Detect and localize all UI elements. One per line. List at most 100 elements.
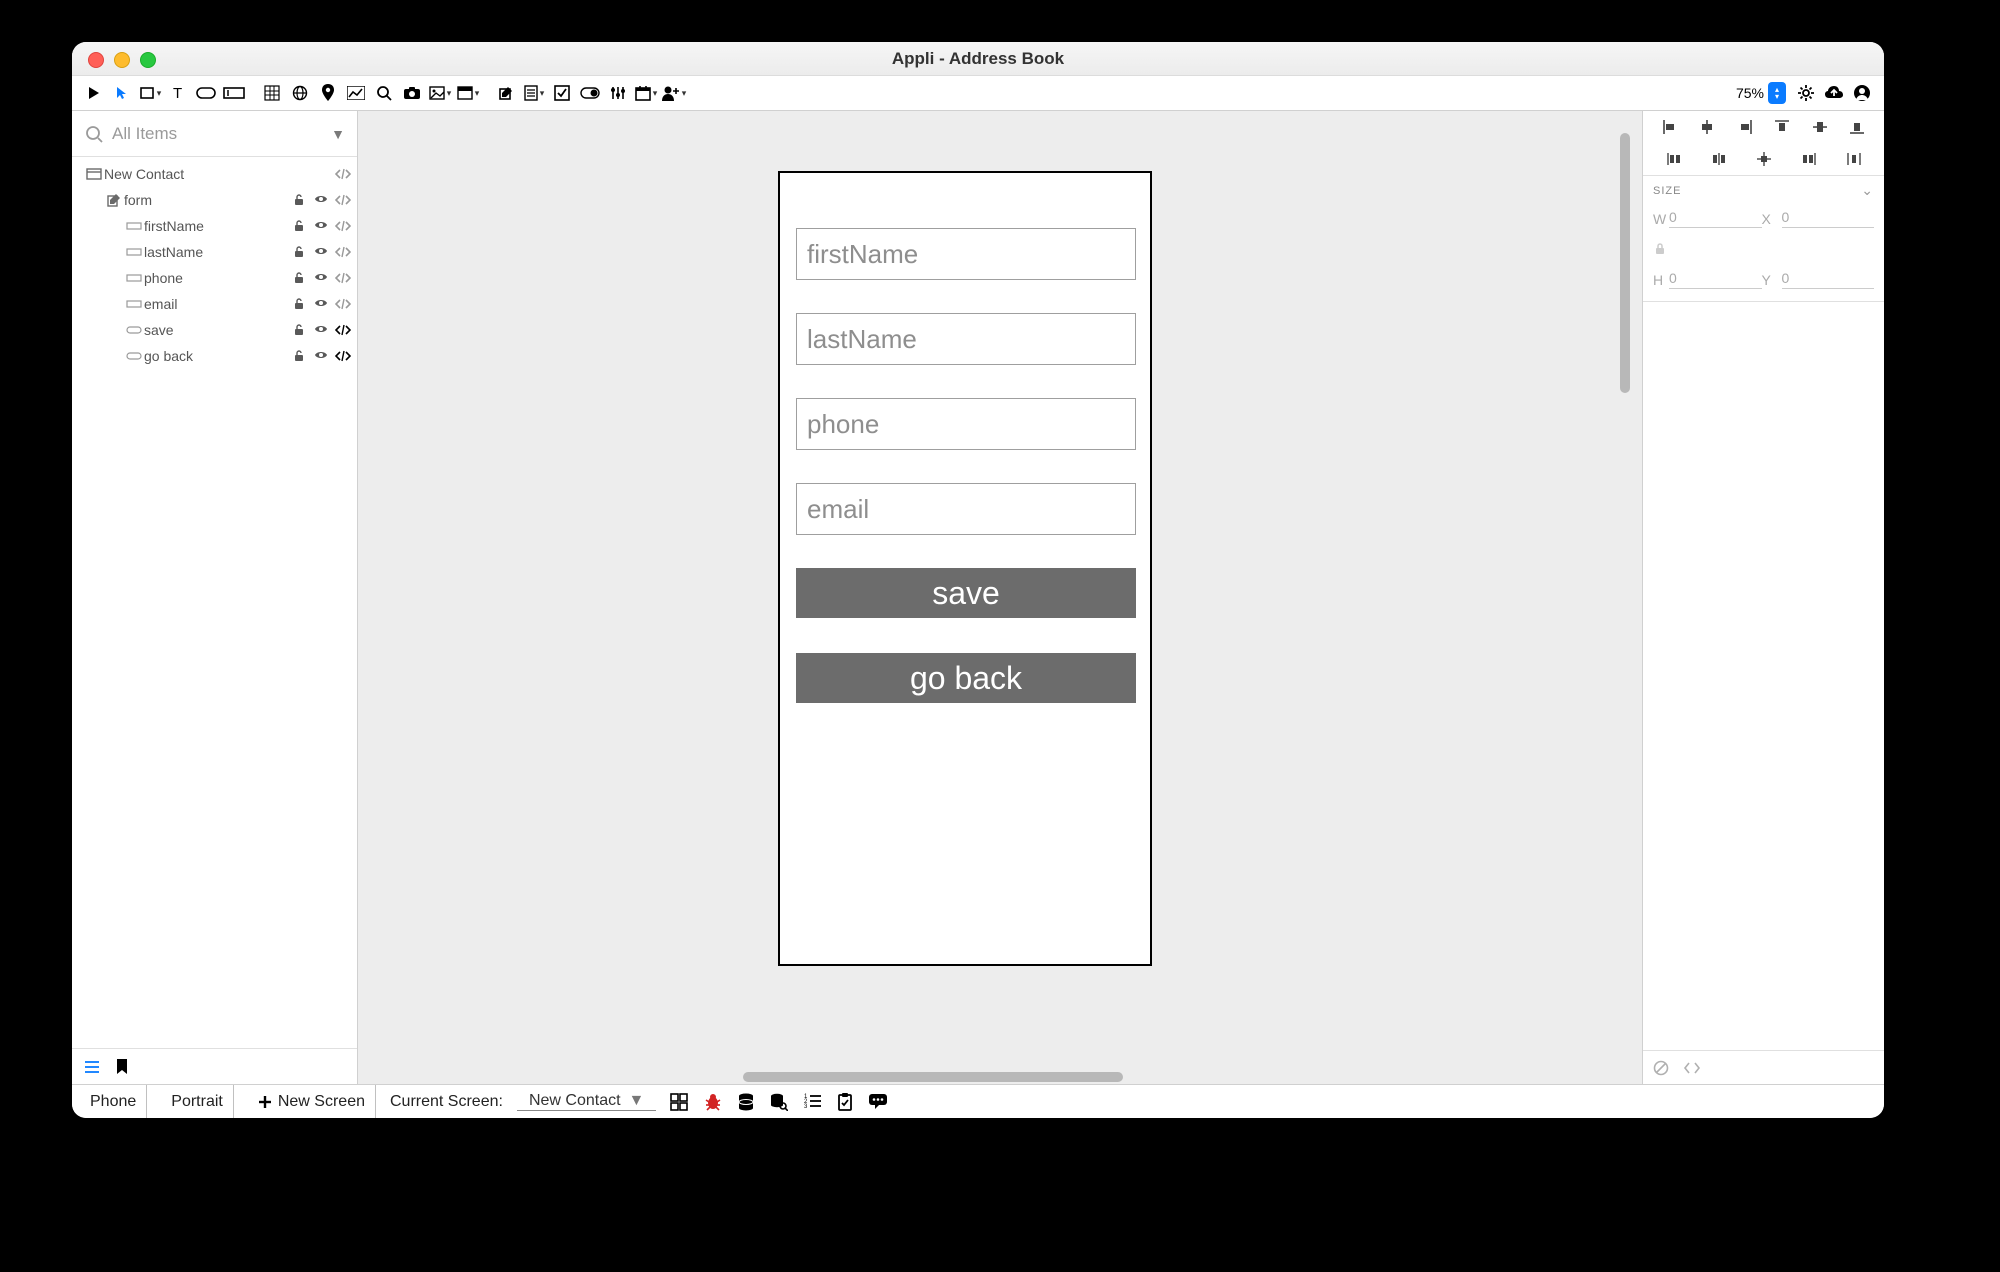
vertical-scrollbar[interactable] bbox=[1620, 133, 1630, 393]
rect-tool-icon[interactable] bbox=[136, 79, 164, 107]
globe-icon[interactable] bbox=[286, 79, 314, 107]
eye-icon[interactable] bbox=[313, 194, 329, 206]
dist-right-icon[interactable] bbox=[1801, 151, 1817, 167]
compose-icon[interactable] bbox=[492, 79, 520, 107]
code-icon[interactable] bbox=[335, 246, 351, 258]
pin-icon[interactable] bbox=[314, 79, 342, 107]
grid-icon[interactable] bbox=[670, 1093, 688, 1111]
code-icon[interactable] bbox=[1683, 1061, 1701, 1075]
eye-icon[interactable] bbox=[313, 246, 329, 258]
tree-item[interactable]: go back bbox=[72, 343, 357, 369]
lock-icon[interactable] bbox=[291, 246, 307, 258]
eye-icon[interactable] bbox=[313, 272, 329, 284]
lock-icon[interactable] bbox=[291, 194, 307, 206]
new-screen-button[interactable]: New Screen bbox=[248, 1085, 376, 1118]
canvas-area[interactable]: firstNamelastNamephoneemailsavego back bbox=[358, 111, 1642, 1084]
add-user-icon[interactable] bbox=[660, 79, 688, 107]
size-section-header[interactable]: SIZE ⌄ bbox=[1643, 176, 1884, 205]
y-value[interactable]: 0 bbox=[1782, 270, 1875, 289]
lock-icon[interactable] bbox=[291, 298, 307, 310]
lock-icon[interactable] bbox=[291, 350, 307, 362]
calendar-icon[interactable] bbox=[632, 79, 660, 107]
code-icon[interactable] bbox=[335, 298, 351, 310]
align-left-icon[interactable] bbox=[1662, 119, 1678, 135]
search-dropdown-icon[interactable]: ▼ bbox=[331, 126, 345, 142]
h-value[interactable]: 0 bbox=[1669, 270, 1762, 289]
horizontal-scrollbar[interactable] bbox=[743, 1072, 1123, 1082]
button-save[interactable]: save bbox=[796, 568, 1136, 618]
tree-item[interactable]: save bbox=[72, 317, 357, 343]
no-entry-icon[interactable] bbox=[1653, 1060, 1669, 1076]
align-top-icon[interactable] bbox=[1774, 119, 1790, 135]
close-window-button[interactable] bbox=[88, 52, 104, 68]
rounded-rect-tool-icon[interactable] bbox=[192, 79, 220, 107]
align-right-icon[interactable] bbox=[1737, 119, 1753, 135]
play-icon[interactable] bbox=[80, 79, 108, 107]
toggle-icon[interactable] bbox=[576, 79, 604, 107]
maximize-window-button[interactable] bbox=[140, 52, 156, 68]
dist-hcenter-icon[interactable] bbox=[1711, 151, 1727, 167]
card-tool-icon[interactable] bbox=[454, 79, 482, 107]
code-icon[interactable] bbox=[335, 168, 351, 180]
button-go-back[interactable]: go back bbox=[796, 653, 1136, 703]
chevron-down-icon[interactable]: ⌄ bbox=[1861, 182, 1874, 199]
input-lastname[interactable]: lastName bbox=[796, 313, 1136, 365]
code-icon[interactable] bbox=[335, 350, 351, 362]
device-selector[interactable]: Phone bbox=[80, 1085, 147, 1118]
code-icon[interactable] bbox=[335, 194, 351, 206]
code-icon[interactable] bbox=[335, 324, 351, 336]
code-icon[interactable] bbox=[335, 272, 351, 284]
checkbox-icon[interactable] bbox=[548, 79, 576, 107]
code-icon[interactable] bbox=[335, 220, 351, 232]
tree-item[interactable]: New Contact bbox=[72, 161, 357, 187]
align-hcenter-icon[interactable] bbox=[1699, 119, 1715, 135]
chart-icon[interactable] bbox=[342, 79, 370, 107]
tree-item[interactable]: lastName bbox=[72, 239, 357, 265]
lock-aspect-icon[interactable] bbox=[1653, 242, 1669, 256]
w-value[interactable]: 0 bbox=[1669, 209, 1762, 228]
eye-icon[interactable] bbox=[313, 324, 329, 336]
lock-icon[interactable] bbox=[291, 272, 307, 284]
camera-icon[interactable] bbox=[398, 79, 426, 107]
clipboard-icon[interactable] bbox=[838, 1093, 852, 1111]
tree-item[interactable]: phone bbox=[72, 265, 357, 291]
gear-icon[interactable] bbox=[1792, 79, 1820, 107]
input-email[interactable]: email bbox=[796, 483, 1136, 535]
outline-search[interactable]: All Items ▼ bbox=[72, 111, 357, 157]
chat-icon[interactable] bbox=[868, 1093, 888, 1111]
text-tool-icon[interactable]: T bbox=[164, 79, 192, 107]
grid-tool-icon[interactable] bbox=[258, 79, 286, 107]
align-vcenter-icon[interactable] bbox=[1812, 119, 1828, 135]
align-bottom-icon[interactable] bbox=[1849, 119, 1865, 135]
minimize-window-button[interactable] bbox=[114, 52, 130, 68]
pointer-icon[interactable] bbox=[108, 79, 136, 107]
database-icon[interactable] bbox=[738, 1093, 754, 1111]
dist-spacing-icon[interactable] bbox=[1846, 151, 1862, 167]
tree-item[interactable]: email bbox=[72, 291, 357, 317]
list-form-icon[interactable] bbox=[520, 79, 548, 107]
search-icon[interactable] bbox=[370, 79, 398, 107]
list-view-icon[interactable] bbox=[84, 1060, 100, 1074]
image-tool-icon[interactable] bbox=[426, 79, 454, 107]
bug-icon[interactable] bbox=[704, 1093, 722, 1111]
eye-icon[interactable] bbox=[313, 298, 329, 310]
tree-item[interactable]: firstName bbox=[72, 213, 357, 239]
numbered-list-icon[interactable]: 123 bbox=[804, 1093, 822, 1111]
x-value[interactable]: 0 bbox=[1782, 209, 1875, 228]
current-screen-selector[interactable]: New Contact ▼ bbox=[517, 1092, 656, 1111]
dist-left-icon[interactable] bbox=[1666, 151, 1682, 167]
orientation-selector[interactable]: Portrait bbox=[161, 1085, 234, 1118]
account-icon[interactable] bbox=[1848, 79, 1876, 107]
cloud-upload-icon[interactable] bbox=[1820, 79, 1848, 107]
eye-icon[interactable] bbox=[313, 220, 329, 232]
input-tool-icon[interactable] bbox=[220, 79, 248, 107]
lock-icon[interactable] bbox=[291, 220, 307, 232]
input-phone[interactable]: phone bbox=[796, 398, 1136, 450]
sliders-icon[interactable] bbox=[604, 79, 632, 107]
eye-icon[interactable] bbox=[313, 350, 329, 362]
dist-center-icon[interactable] bbox=[1756, 151, 1772, 167]
zoom-stepper-icon[interactable]: ▴▾ bbox=[1768, 82, 1786, 104]
lock-icon[interactable] bbox=[291, 324, 307, 336]
zoom-control[interactable]: 75% ▴▾ bbox=[1736, 82, 1786, 104]
bookmark-icon[interactable] bbox=[116, 1059, 128, 1075]
